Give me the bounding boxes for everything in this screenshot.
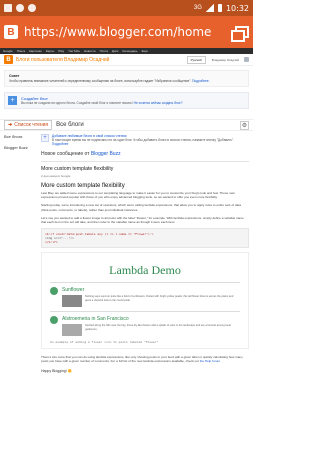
reading-list-feed: + Добавьте любимые блоги в свой список ч… bbox=[41, 134, 249, 373]
nav-link[interactable]: YouTube bbox=[68, 49, 80, 53]
flower-icon bbox=[50, 316, 58, 325]
code-line: </b:if> bbox=[45, 240, 58, 245]
post-paragraph: Starting today, we're introducing a new … bbox=[41, 203, 241, 212]
nav-link[interactable]: Новости bbox=[84, 49, 96, 53]
all-blogs-heading: Все блоги bbox=[56, 122, 84, 128]
post-title[interactable]: More custom template flexibility bbox=[41, 166, 249, 172]
nav-link[interactable]: Карты bbox=[46, 49, 55, 53]
demo-caption: An example of adding a flower icon to po… bbox=[50, 340, 159, 345]
tabs-switcher-icon[interactable] bbox=[231, 26, 249, 42]
demo-post: Alstroemeria in San Francisco Spotted al… bbox=[50, 316, 240, 337]
nav-link[interactable]: Google bbox=[3, 49, 13, 53]
signal-icon bbox=[205, 4, 214, 12]
create-blog-icon: + bbox=[8, 96, 17, 105]
user-name[interactable]: Владимир Осадчий bbox=[212, 58, 239, 62]
demo-post-text: Spotted along the hills near the bay, th… bbox=[85, 324, 231, 331]
sidebar-item-all-blogs[interactable]: Все блоги bbox=[4, 134, 36, 139]
blogger-logo-icon[interactable]: B bbox=[4, 55, 13, 64]
notice-title: Совет bbox=[9, 74, 20, 78]
address-bar[interactable]: https://www.blogger.com/home bbox=[24, 25, 229, 39]
clock: 10:32 bbox=[225, 3, 249, 13]
add-blog-icon: + bbox=[41, 134, 49, 142]
code-block: <b:if cond='data:post.labels any (l => l… bbox=[41, 228, 249, 249]
blog-title[interactable]: Блоги пользователя Владимир Осадчий bbox=[16, 57, 109, 63]
demo-thumbnail bbox=[62, 295, 82, 308]
demo-post-title: Sunflower bbox=[62, 287, 85, 294]
nav-link[interactable]: Картинки bbox=[29, 49, 42, 53]
notice-text: Чтобы привлечь внимание читателей к опре… bbox=[9, 79, 192, 83]
avatar[interactable] bbox=[244, 57, 249, 62]
demo-title: Lambda Demo bbox=[109, 263, 181, 278]
add-blogs-tip: + Добавьте любимые блоги в свой список ч… bbox=[41, 134, 249, 146]
tip-text: В настоящее время вы не подписаны ни на … bbox=[51, 138, 235, 142]
create-blog-text: Вы пока не создали ни одного блога. Созд… bbox=[21, 101, 133, 105]
create-blog-box: + Создайте блог Вы пока не создали ни од… bbox=[4, 92, 249, 109]
post-meta: 2 дня назад в Google bbox=[41, 174, 71, 178]
reading-list-button[interactable]: ➜ Список чтения bbox=[4, 120, 53, 130]
sidebar-item-blogger-buzz[interactable]: Blogger Buzz bbox=[4, 145, 36, 150]
android-status-bar: 3G 10:32 bbox=[0, 0, 253, 16]
reading-list-label: Список чтения bbox=[14, 122, 49, 128]
demo-screenshot: Lambda Demo Sunflower Nothing says summe… bbox=[41, 252, 249, 350]
post-source-link[interactable]: Blogger Buzz bbox=[91, 151, 121, 157]
tip-link[interactable]: Подробнее bbox=[52, 142, 69, 146]
notice-link[interactable]: Подробнее. bbox=[192, 79, 209, 83]
nav-link[interactable]: Play bbox=[58, 49, 64, 53]
blogger-header: B Блоги пользователя Владимир Осадчий Ру… bbox=[0, 54, 253, 66]
nav-link[interactable]: Календарь bbox=[122, 49, 137, 53]
browser-toolbar: B https://www.blogger.com/home bbox=[0, 16, 253, 48]
nav-link[interactable]: Почта bbox=[100, 49, 108, 53]
battery-icon bbox=[217, 4, 222, 12]
flower-icon bbox=[50, 287, 58, 296]
tip-notice: Совет Чтобы привлечь внимание читателей … bbox=[4, 70, 249, 87]
post-closing: There's lots more that you can do using … bbox=[41, 355, 243, 364]
post-source-heading: Новое сообщение от Blogger Buzz bbox=[41, 151, 121, 157]
blogger-favicon-icon: B bbox=[4, 25, 18, 39]
nav-link[interactable]: Диск bbox=[112, 49, 119, 53]
gear-icon[interactable]: ⚙ bbox=[240, 120, 249, 130]
camera-icon bbox=[16, 4, 24, 12]
divider bbox=[41, 161, 249, 162]
nav-link[interactable]: Ещё bbox=[142, 49, 148, 53]
demo-thumbnail bbox=[62, 324, 82, 337]
create-blog-later-link[interactable]: Не хочется сейчас создать блог? bbox=[134, 101, 183, 105]
demo-post-title: Alstroemeria in San Francisco bbox=[62, 316, 129, 323]
help-forum-link[interactable]: the Help forum. bbox=[200, 359, 221, 363]
nav-link[interactable]: Поиск bbox=[17, 49, 25, 53]
demo-post: Sunflower Nothing says summer quite like… bbox=[50, 287, 240, 308]
post-signoff: Happy Blogging! 🌼 bbox=[41, 368, 73, 373]
post-paragraph: Let's say you wanted to add a flower ima… bbox=[41, 215, 244, 225]
arrow-right-icon: ➜ bbox=[8, 122, 13, 128]
reading-list-sidebar: Все блоги Blogger Buzz bbox=[4, 134, 36, 373]
reading-list-header: ➜ Список чтения Все блоги ⚙ bbox=[0, 119, 253, 131]
post-heading: More custom template flexibility bbox=[41, 183, 125, 189]
app-notification-icon bbox=[28, 4, 36, 12]
demo-post-text: Nothing says summer quite like a field o… bbox=[85, 295, 234, 302]
notification-icon bbox=[4, 4, 12, 12]
network-type: 3G bbox=[193, 5, 202, 11]
language-button[interactable]: Русский bbox=[186, 55, 206, 64]
post-paragraph: Last May, we added some expressions to o… bbox=[41, 191, 235, 200]
